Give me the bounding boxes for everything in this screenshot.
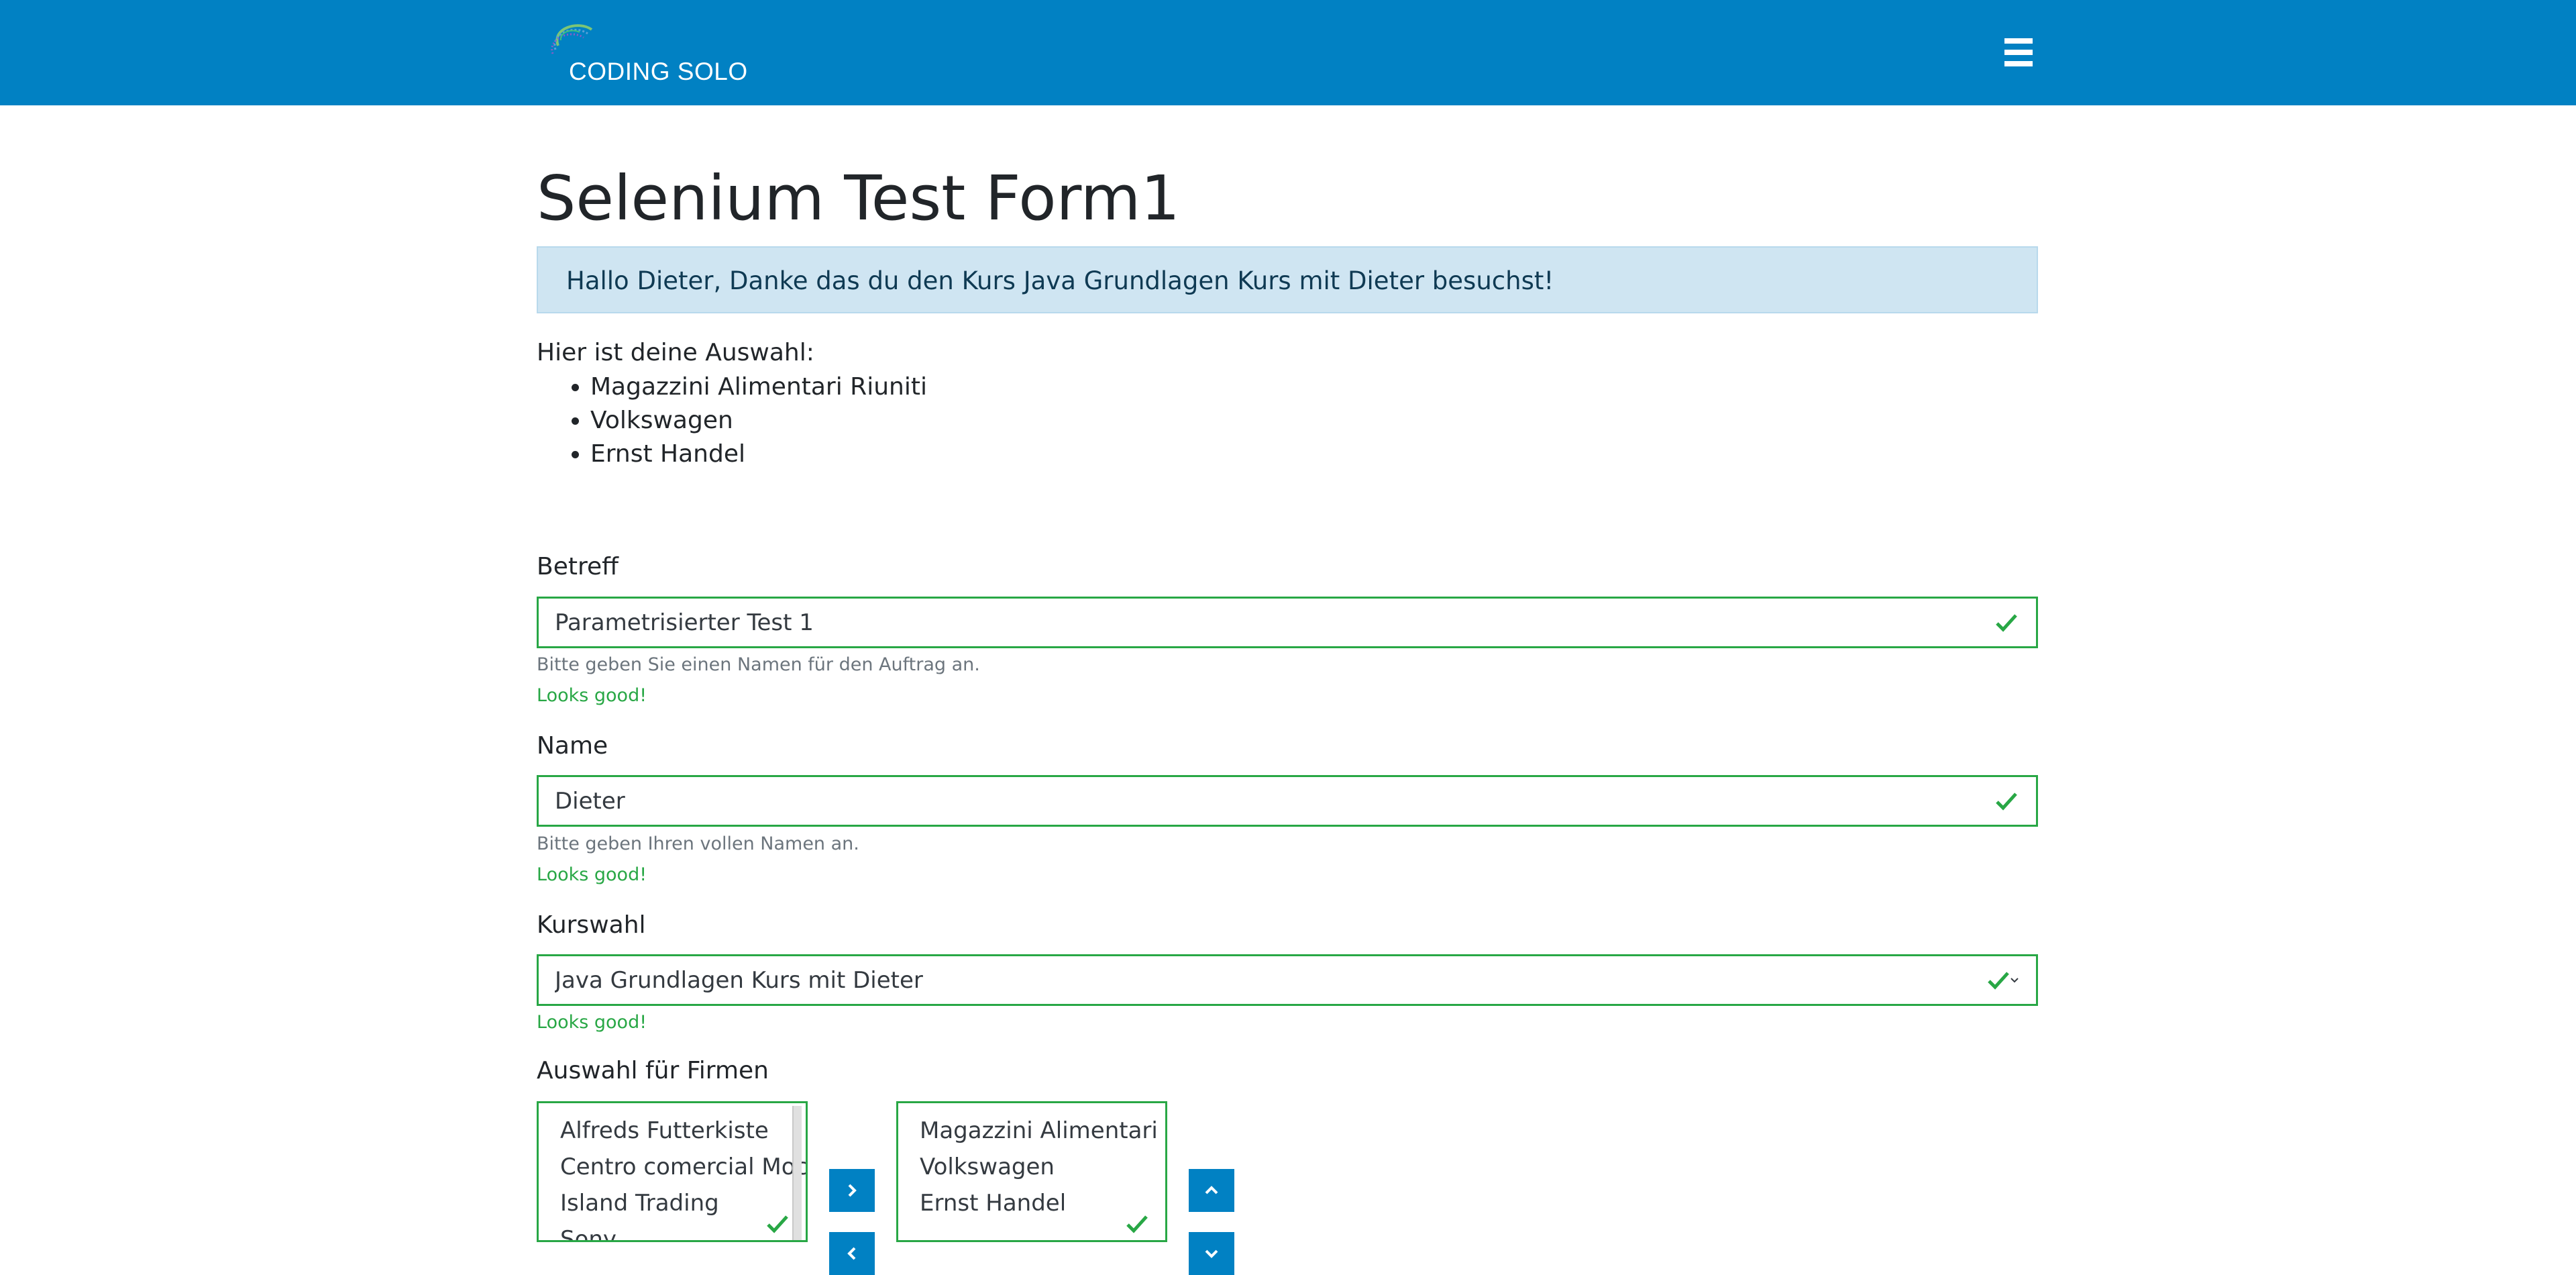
companies-label: Auswahl für Firmen <box>537 1057 769 1084</box>
course-valid-feedback: Looks good! <box>537 1012 647 1033</box>
hamburger-menu-icon[interactable] <box>2004 38 2034 68</box>
selection-item: Ernst Handel <box>590 438 927 471</box>
available-companies-listbox[interactable]: Alfreds Futterkiste Centro comercial Moc… <box>537 1101 808 1242</box>
selection-list: Magazzini Alimentari Riuniti Volkswagen … <box>537 370 927 471</box>
subject-input[interactable]: Parametrisierter Test 1 <box>537 597 2038 648</box>
list-option[interactable]: Centro comercial Moctezuma <box>560 1149 806 1185</box>
course-value: Java Grundlagen Kurs mit Dieter <box>555 966 923 994</box>
chevron-left-icon <box>847 1247 856 1260</box>
chevron-right-icon <box>848 1184 857 1197</box>
chevron-down-icon <box>2010 977 2019 982</box>
name-help-text: Bitte geben Ihren vollen Namen an. <box>537 833 859 854</box>
name-valid-feedback: Looks good! <box>537 864 647 885</box>
selection-item: Volkswagen <box>590 404 927 438</box>
logo-text: CODING SOLO <box>569 58 748 85</box>
subject-value: Parametrisierter Test 1 <box>555 609 814 636</box>
selection-label: Hier ist deine Auswahl: <box>537 339 814 366</box>
valid-check-icon <box>1996 613 2017 632</box>
name-value: Dieter <box>555 787 625 815</box>
valid-check-icon <box>767 1215 788 1233</box>
valid-check-icon <box>1996 792 2017 811</box>
chevron-up-icon <box>1205 1186 1218 1194</box>
page-title: Selenium Test Form1 <box>537 162 1180 234</box>
move-up-button[interactable] <box>1189 1169 1234 1212</box>
course-label: Kurswahl <box>537 911 646 939</box>
move-down-button[interactable] <box>1189 1232 1234 1275</box>
listbox-scrollbar[interactable] <box>792 1106 802 1240</box>
valid-check-icon <box>1126 1215 1148 1233</box>
valid-check-icon <box>1988 971 2009 990</box>
chevron-down-icon <box>1205 1250 1218 1258</box>
move-right-button[interactable] <box>829 1169 875 1212</box>
name-label: Name <box>537 732 608 760</box>
subject-label: Betreff <box>537 553 619 580</box>
subject-help-text: Bitte geben Sie einen Namen für den Auft… <box>537 654 980 675</box>
top-navbar: CODING SOLO <box>0 0 2576 105</box>
move-left-button[interactable] <box>829 1232 875 1275</box>
selection-summary: Hier ist deine Auswahl: Magazzini Alimen… <box>537 336 927 471</box>
selected-companies-listbox[interactable]: Magazzini Alimentari Riuniti Volkswagen … <box>896 1101 1167 1242</box>
subject-valid-feedback: Looks good! <box>537 685 647 706</box>
list-option[interactable]: Volkswagen <box>920 1149 1165 1185</box>
info-alert: Hallo Dieter, Danke das du den Kurs Java… <box>537 246 2038 313</box>
selection-item: Magazzini Alimentari Riuniti <box>590 370 927 404</box>
list-option[interactable]: Alfreds Futterkiste <box>560 1113 806 1149</box>
list-option[interactable]: Magazzini Alimentari Riuniti <box>920 1113 1165 1149</box>
course-select[interactable]: Java Grundlagen Kurs mit Dieter <box>537 954 2038 1006</box>
name-input[interactable]: Dieter <box>537 775 2038 827</box>
logo[interactable]: CODING SOLO <box>539 20 747 87</box>
